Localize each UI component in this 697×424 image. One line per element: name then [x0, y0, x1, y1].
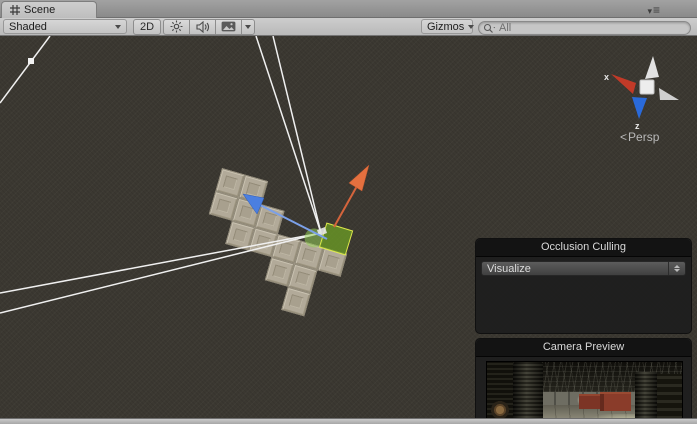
axis-cone[interactable]	[659, 88, 679, 100]
draw-mode-label: Shaded	[9, 20, 47, 33]
axis-x-label: x	[604, 72, 609, 82]
move-arrow-blue-head[interactable]	[242, 193, 265, 215]
image-icon	[221, 21, 236, 32]
draw-mode-dropdown[interactable]: Shaded	[3, 19, 127, 34]
lighting-toggle-button[interactable]	[163, 18, 190, 35]
tab-strip: Scene ▾≡	[0, 0, 697, 18]
effects-toggle-button[interactable]	[215, 18, 242, 35]
preview-shelves	[657, 374, 682, 418]
chevron-down-icon	[115, 24, 121, 29]
preview-pillar	[635, 372, 657, 418]
preview-crate	[579, 394, 600, 409]
axis-center-cube[interactable]	[639, 79, 655, 95]
search-field[interactable]	[478, 21, 691, 35]
effects-dropdown-arrow[interactable]	[241, 18, 255, 35]
visualize-dropdown[interactable]: Visualize	[481, 261, 686, 276]
sun-icon	[170, 20, 183, 33]
search-icon	[483, 23, 496, 33]
orientation-gizmo[interactable]: x z	[604, 56, 679, 131]
search-input[interactable]	[499, 22, 669, 34]
scene-viewport[interactable]: x z < Persp Occlusion Culling Visualize …	[0, 36, 697, 418]
axis-x-cone[interactable]	[611, 74, 636, 94]
preview-pillar	[513, 362, 543, 418]
scene-toolbar: Shaded 2D Gizmos All	[0, 18, 697, 36]
volume-line	[0, 36, 51, 104]
speaker-icon	[195, 20, 209, 33]
chevron-down-icon	[468, 24, 475, 29]
updown-arrows-icon	[668, 262, 680, 275]
persp-label: Persp	[628, 130, 660, 144]
camera-preview-title[interactable]: Camera Preview	[476, 339, 691, 357]
occlusion-panel-title[interactable]: Occlusion Culling	[476, 239, 691, 257]
perspective-toggle[interactable]: < Persp	[620, 130, 659, 144]
camera-preview-panel: Camera Preview	[475, 338, 692, 418]
scene-tab[interactable]: Scene	[1, 1, 97, 18]
grid-icon	[10, 5, 20, 15]
window-edge	[0, 418, 697, 424]
visualize-label: Visualize	[487, 262, 531, 275]
axis-z-cone[interactable]	[632, 97, 647, 119]
frustum-line	[272, 36, 322, 234]
gizmos-label: Gizmos	[427, 20, 465, 33]
audio-toggle-button[interactable]	[189, 18, 216, 35]
move-arrow-orange-shaft[interactable]	[333, 185, 358, 228]
preview-crate	[600, 392, 631, 411]
gizmos-dropdown[interactable]: Gizmos	[421, 19, 475, 34]
axis-y-cone[interactable]	[645, 56, 659, 79]
frustum-line	[0, 232, 322, 314]
window-menu-icon[interactable]: ▾≡	[647, 3, 661, 17]
move-arrow-orange-head[interactable]	[348, 164, 370, 192]
chevron-down-icon	[245, 24, 251, 29]
persp-arrow-icon: <	[620, 130, 629, 144]
frustum-line	[255, 36, 322, 234]
frustum-line	[0, 232, 322, 294]
occlusion-culling-panel: Occlusion Culling Visualize Camera Volum…	[475, 238, 692, 334]
2d-label: 2D	[139, 20, 155, 33]
2d-toggle-button[interactable]: 2D	[133, 18, 161, 35]
scene-tab-label: Scene	[24, 4, 56, 16]
preview-machinery	[487, 362, 513, 418]
camera-preview-image	[486, 361, 683, 418]
portal-point	[28, 58, 34, 64]
view-option-buttons	[163, 18, 255, 35]
